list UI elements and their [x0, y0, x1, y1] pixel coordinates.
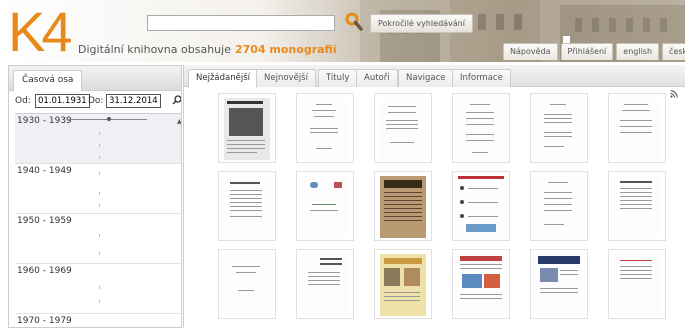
document-thumbnail[interactable] [296, 249, 354, 319]
tab-information[interactable]: Informace [452, 69, 511, 87]
tagline-text: Digitální knihovna obsahuje [78, 43, 231, 56]
k4-logo[interactable]: K4 [8, 4, 72, 60]
decade-1960[interactable]: 1960 - 1969 [15, 264, 181, 314]
document-thumbnail[interactable] [608, 249, 666, 319]
search-icon[interactable] [172, 95, 182, 105]
to-label: Do: [88, 96, 104, 106]
tab-titles[interactable]: Tituly [318, 69, 358, 87]
tab-newest[interactable]: Nejnovější [256, 69, 316, 87]
document-thumbnail[interactable] [218, 171, 276, 241]
czech-link[interactable]: česky [662, 43, 685, 60]
monograph-count: 2704 monografií [234, 43, 337, 56]
tick [99, 204, 100, 207]
results-tabbar: Nejžádanější Nejnovější Tituly Autoři Na… [184, 65, 685, 88]
decade-label: 1960 - 1969 [17, 266, 72, 276]
from-date-input[interactable]: 01.01.1931 [35, 94, 90, 108]
tick [99, 252, 100, 255]
login-link[interactable]: Přihlášení [560, 43, 614, 60]
decade-label: 1930 - 1939 [17, 116, 72, 126]
decade-1950[interactable]: 1950 - 1959 [15, 214, 181, 264]
tick [99, 286, 100, 289]
tick [99, 234, 100, 237]
document-thumbnail[interactable] [296, 171, 354, 241]
tick [99, 144, 100, 147]
document-thumbnail[interactable] [608, 171, 666, 241]
search-input[interactable] [147, 15, 335, 31]
decade-1940[interactable]: 1940 - 1949 [15, 164, 181, 214]
document-thumbnail[interactable] [530, 93, 588, 163]
document-thumbnail[interactable] [374, 171, 432, 241]
decorative-square [563, 36, 570, 43]
to-date-input[interactable]: 31.12.2014 [106, 94, 161, 108]
decade-1930[interactable]: 1930 - 1939 ▲ [15, 114, 181, 164]
english-link[interactable]: english [616, 43, 660, 60]
tick [99, 132, 100, 135]
decade-label: 1950 - 1959 [17, 216, 72, 226]
tab-most-requested[interactable]: Nejžádanější [188, 69, 258, 88]
tick [99, 172, 100, 175]
search-icon[interactable] [345, 12, 363, 32]
tab-timeline[interactable]: Časová osa [13, 70, 83, 91]
tick [99, 156, 100, 159]
document-thumbnail[interactable] [452, 93, 510, 163]
document-thumbnail[interactable] [452, 171, 510, 241]
document-thumbnail[interactable] [374, 93, 432, 163]
decade-label: 1940 - 1949 [17, 166, 72, 176]
timeline-chart[interactable]: 1930 - 1939 ▲ 1940 - 1949 1950 - 1959 19… [15, 113, 181, 327]
scroll-up-icon[interactable]: ▲ [177, 118, 181, 125]
document-thumbnail[interactable] [530, 171, 588, 241]
tick [99, 300, 100, 303]
from-label: Od: [15, 96, 31, 106]
advanced-search-button[interactable]: Pokročilé vyhledávání [370, 14, 473, 33]
decade-label: 1970 - 1979 [17, 316, 72, 326]
tab-navigation[interactable]: Navigace [398, 69, 454, 87]
document-thumbnail[interactable] [296, 93, 354, 163]
timeline-panel: Časová osa Od: 01.01.1931 Do: 31.12.2014… [8, 65, 182, 328]
document-thumbnail[interactable] [374, 249, 432, 319]
collection-tagline: Digitální knihovna obsahuje 2704 monograf… [78, 43, 336, 56]
header-links: Nápověda Přihlášení english česky [503, 43, 685, 60]
range-handle[interactable] [107, 117, 111, 121]
tab-authors[interactable]: Autoři [356, 69, 398, 87]
results-panel: Nejžádanější Nejnovější Tituly Autoři Na… [183, 65, 685, 328]
timeline-tabbar: Časová osa [9, 66, 181, 91]
date-range: Od: 01.01.1931 Do: 31.12.2014 [15, 94, 182, 110]
document-thumbnail[interactable] [218, 249, 276, 319]
document-thumbnail[interactable] [452, 249, 510, 319]
document-thumbnail[interactable] [530, 249, 588, 319]
help-link[interactable]: Nápověda [503, 43, 558, 60]
document-thumbnail[interactable] [608, 93, 666, 163]
decade-1970[interactable]: 1970 - 1979 [15, 314, 181, 327]
tick [99, 192, 100, 195]
rss-icon[interactable] [670, 90, 678, 98]
header: K4 Digitální knihovna obsahuje 2704 monog… [0, 0, 685, 62]
document-thumbnail[interactable] [218, 93, 276, 163]
